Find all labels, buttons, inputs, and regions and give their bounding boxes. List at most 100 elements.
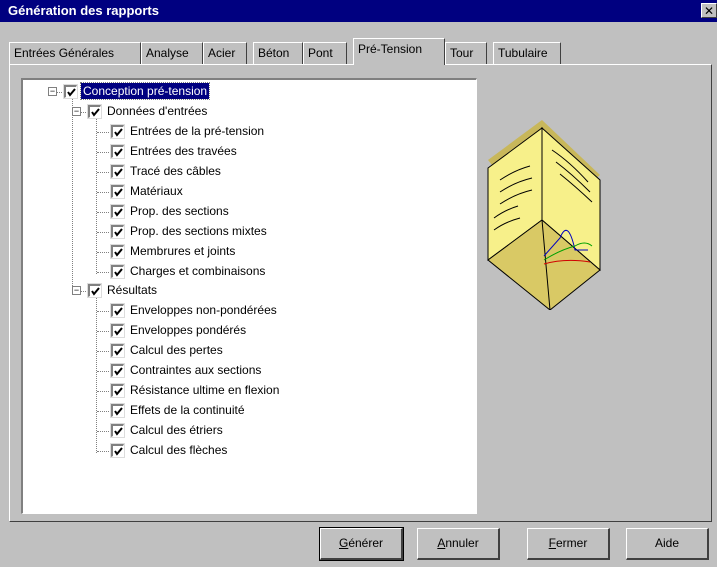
tree-connector bbox=[97, 212, 109, 213]
check-icon bbox=[114, 327, 123, 336]
tab-analyse[interactable]: Analyse bbox=[141, 42, 203, 64]
button-mnemonic: G bbox=[338, 536, 349, 550]
checkbox-item[interactable] bbox=[110, 383, 125, 398]
check-icon bbox=[114, 228, 123, 237]
tree-item[interactable]: Contraintes aux sections bbox=[23, 362, 463, 381]
collapse-icon[interactable]: − bbox=[72, 286, 81, 295]
tree-connector bbox=[97, 451, 109, 452]
tree-connector bbox=[97, 172, 109, 173]
tree-group-resultats[interactable]: − Résultats bbox=[23, 282, 463, 301]
cancel-button[interactable]: Annuler bbox=[417, 528, 500, 560]
close-window-button[interactable]: ✕ bbox=[701, 3, 717, 18]
tree-item[interactable]: Entrées des travées bbox=[23, 143, 463, 162]
check-icon bbox=[114, 427, 123, 436]
tree-item[interactable]: Prop. des sections bbox=[23, 203, 463, 222]
tree-item-label[interactable]: Calcul des flèches bbox=[128, 442, 229, 458]
tree-item[interactable]: Tracé des câbles bbox=[23, 163, 463, 182]
tab-pre-tension[interactable]: Pré-Tension bbox=[353, 38, 445, 65]
checkbox-root[interactable] bbox=[63, 84, 78, 99]
checkbox-item[interactable] bbox=[110, 224, 125, 239]
tree-root-label[interactable]: Conception pré-tension bbox=[79, 82, 211, 100]
tree-item-label[interactable]: Entrées de la pré-tension bbox=[128, 123, 266, 139]
checkbox-item[interactable] bbox=[110, 363, 125, 378]
help-button[interactable]: Aide bbox=[626, 528, 709, 560]
tree-root-node[interactable]: − Conception pré-tension bbox=[23, 82, 463, 102]
tree-item-label[interactable]: Prop. des sections bbox=[128, 203, 231, 219]
tree-item-label[interactable]: Contraintes aux sections bbox=[128, 362, 263, 378]
tree-item[interactable]: Prop. des sections mixtes bbox=[23, 223, 463, 242]
tab-label: Pont bbox=[308, 46, 333, 60]
collapse-icon[interactable]: − bbox=[48, 87, 57, 96]
check-icon bbox=[114, 148, 123, 157]
close-button[interactable]: Fermer bbox=[527, 528, 610, 560]
open-book-report-icon bbox=[487, 120, 601, 310]
tree-item[interactable]: Calcul des flèches bbox=[23, 442, 463, 461]
checkbox-item[interactable] bbox=[110, 323, 125, 338]
tree-item-label[interactable]: Matériaux bbox=[128, 183, 185, 199]
check-icon bbox=[114, 208, 123, 217]
tree-item[interactable]: Calcul des pertes bbox=[23, 342, 463, 361]
checkbox-item[interactable] bbox=[110, 124, 125, 139]
tab-pont[interactable]: Pont bbox=[303, 42, 347, 64]
tree-item-label[interactable]: Calcul des étriers bbox=[128, 422, 225, 438]
check-icon bbox=[114, 168, 123, 177]
window-title: Génération des rapports bbox=[8, 3, 159, 18]
tree-item-label[interactable]: Enveloppes pondérés bbox=[128, 322, 248, 338]
tree-item[interactable]: Calcul des étriers bbox=[23, 422, 463, 441]
tree-item-label[interactable]: Tracé des câbles bbox=[128, 163, 223, 179]
tree-item-label[interactable]: Calcul des pertes bbox=[128, 342, 225, 358]
close-icon: ✕ bbox=[703, 4, 715, 18]
report-tree[interactable]: − Conception pré-tension − Données d'ent… bbox=[21, 78, 477, 514]
checkbox-item[interactable] bbox=[110, 164, 125, 179]
checkbox-item[interactable] bbox=[110, 343, 125, 358]
tree-group-donnees[interactable]: − Données d'entrées bbox=[23, 103, 463, 122]
tree-item-label[interactable]: Membrures et joints bbox=[128, 243, 237, 259]
tree-item-label[interactable]: Charges et combinaisons bbox=[128, 263, 267, 279]
tree-connector bbox=[97, 371, 109, 372]
checkbox-group[interactable] bbox=[87, 104, 102, 119]
checkbox-item[interactable] bbox=[110, 204, 125, 219]
tree-item-label[interactable]: Effets de la continuité bbox=[128, 402, 247, 418]
tree-connector bbox=[97, 252, 109, 253]
tab-label: Tour bbox=[450, 46, 474, 60]
collapse-icon[interactable]: − bbox=[72, 107, 81, 116]
checkbox-item[interactable] bbox=[110, 244, 125, 259]
check-icon bbox=[114, 347, 123, 356]
checkbox-item[interactable] bbox=[110, 303, 125, 318]
check-icon bbox=[114, 248, 123, 257]
button-mnemonic: F bbox=[548, 536, 556, 550]
tree-item-label[interactable]: Enveloppes non-pondérées bbox=[128, 302, 279, 318]
check-icon bbox=[114, 188, 123, 197]
checkbox-item[interactable] bbox=[110, 184, 125, 199]
tab-tour[interactable]: Tour bbox=[445, 42, 487, 64]
tree-item[interactable]: Charges et combinaisons bbox=[23, 263, 463, 282]
tab-acier[interactable]: Acier bbox=[203, 42, 247, 64]
check-icon bbox=[114, 268, 123, 277]
tree-item[interactable]: Matériaux bbox=[23, 183, 463, 202]
tree-item[interactable]: Enveloppes pondérés bbox=[23, 322, 463, 341]
checkbox-group[interactable] bbox=[87, 283, 102, 298]
tree-item-label[interactable]: Prop. des sections mixtes bbox=[128, 223, 269, 239]
tab-tubulaire[interactable]: Tubulaire bbox=[493, 42, 561, 64]
button-label: nnuler bbox=[445, 536, 479, 550]
tab-label: Analyse bbox=[146, 46, 189, 60]
tree-item-label[interactable]: Résistance ultime en flexion bbox=[128, 382, 281, 398]
generate-button[interactable]: Générer bbox=[319, 527, 404, 561]
checkbox-item[interactable] bbox=[110, 403, 125, 418]
check-icon bbox=[91, 108, 100, 117]
tree-connector bbox=[97, 351, 109, 352]
tree-item[interactable]: Effets de la continuité bbox=[23, 402, 463, 421]
tree-group-label[interactable]: Résultats bbox=[105, 282, 159, 298]
tree-item[interactable]: Entrées de la pré-tension bbox=[23, 123, 463, 142]
tree-item[interactable]: Membrures et joints bbox=[23, 243, 463, 262]
tab-beton[interactable]: Béton bbox=[253, 42, 303, 64]
checkbox-item[interactable] bbox=[110, 144, 125, 159]
tree-item[interactable]: Résistance ultime en flexion bbox=[23, 382, 463, 401]
checkbox-item[interactable] bbox=[110, 423, 125, 438]
tree-group-label[interactable]: Données d'entrées bbox=[105, 103, 209, 119]
tab-entrees-generales[interactable]: Entrées Générales bbox=[9, 42, 141, 64]
tree-item[interactable]: Enveloppes non-pondérées bbox=[23, 302, 463, 321]
checkbox-item[interactable] bbox=[110, 443, 125, 458]
tree-item-label[interactable]: Entrées des travées bbox=[128, 143, 239, 159]
checkbox-item[interactable] bbox=[110, 264, 125, 279]
